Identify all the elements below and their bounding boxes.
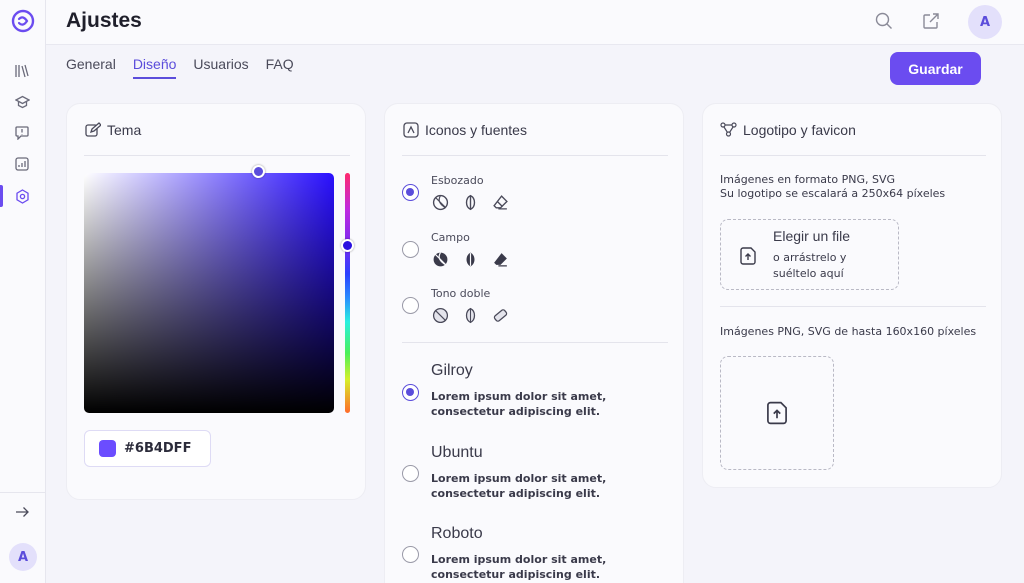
font-desc-gilroy: Lorem ipsum dolor sit amet, consectetur …: [431, 390, 607, 418]
graduation-cap-icon[interactable]: [13, 93, 31, 111]
logo-card: Logotipo y favicon Imágenes en formato P…: [702, 103, 1002, 488]
divider: [720, 306, 986, 307]
save-button[interactable]: Guardar: [890, 52, 981, 85]
radio-font-gilroy[interactable]: [402, 384, 419, 401]
icons-fonts-card: Iconos y fuentes Esbozado Campo Tono dob…: [384, 103, 684, 583]
eraser-filled-icon: [494, 253, 507, 267]
duotone-icon-set: [432, 307, 509, 324]
font-desc-ubuntu: Lorem ipsum dolor sit amet, consectetur …: [431, 472, 607, 500]
arrow-right-icon[interactable]: [13, 503, 31, 521]
logo-info-line-1: Imágenes en formato PNG, SVG: [720, 173, 895, 186]
leaf-icon: [465, 194, 476, 211]
radio-tono-doble[interactable]: [402, 297, 419, 314]
leaf-filled-icon: [466, 252, 475, 267]
dropzone-title: Elegir un file: [773, 228, 851, 244]
radio-font-ubuntu[interactable]: [402, 465, 419, 482]
theme-card: Tema #6B4DFF: [66, 103, 366, 500]
option-label-campo: Campo: [431, 231, 470, 244]
feedback-icon[interactable]: [13, 124, 31, 142]
upload-icon: [764, 400, 790, 430]
basketball-icon: [432, 194, 449, 211]
font-name-gilroy: Gilroy: [431, 362, 473, 379]
divider: [84, 155, 350, 156]
dropzone-sub-line-1: o arrástrelo y: [773, 251, 847, 264]
font-name-ubuntu: Ubuntu: [431, 444, 483, 461]
hex-value: #6B4DFF: [124, 441, 192, 456]
tab-general[interactable]: General: [66, 56, 116, 79]
sidebar: A: [0, 0, 46, 583]
basketball-duotone-icon: [432, 307, 449, 324]
filled-icon-set: [432, 251, 509, 268]
eraser-duotone-icon: [493, 309, 508, 322]
outlined-icon-set: [432, 194, 509, 211]
app-logo-icon[interactable]: [11, 9, 35, 33]
tabs: General Diseño Usuarios FAQ: [66, 56, 294, 79]
hex-color-field[interactable]: #6B4DFF: [84, 430, 211, 467]
radio-font-roboto[interactable]: [402, 546, 419, 563]
analytics-icon[interactable]: [13, 155, 31, 173]
edit-icon: [84, 121, 101, 138]
option-label-tono-doble: Tono doble: [431, 287, 491, 300]
tab-faq[interactable]: FAQ: [266, 56, 294, 79]
divider: [402, 342, 668, 343]
user-avatar[interactable]: A: [968, 5, 1002, 39]
dropzone-sub-line-2: suéltelo aquí: [773, 267, 844, 280]
divider: [720, 155, 986, 156]
divider: [402, 155, 668, 156]
radio-esbozado[interactable]: [402, 184, 419, 201]
eraser-icon: [493, 195, 508, 210]
favicon-info: Imágenes PNG, SVG de hasta 160x160 píxel…: [720, 325, 977, 338]
theme-title: Tema: [107, 122, 142, 138]
settings-icon[interactable]: [13, 187, 31, 205]
header: Ajustes A: [46, 0, 1024, 45]
search-icon[interactable]: [874, 11, 894, 31]
tab-usuarios[interactable]: Usuarios: [193, 56, 248, 79]
font-desc-roboto: Lorem ipsum dolor sit amet, consectetur …: [431, 553, 607, 581]
vector-nodes-icon: [720, 121, 737, 138]
option-label-esbozado: Esbozado: [431, 174, 484, 187]
font-icon: [402, 121, 419, 138]
color-swatch: [99, 440, 116, 457]
color-saturation-area[interactable]: [84, 173, 334, 413]
logo-title: Logotipo y favicon: [743, 122, 856, 138]
upload-icon: [738, 246, 758, 270]
font-name-roboto: Roboto: [431, 525, 483, 542]
sidebar-avatar[interactable]: A: [9, 543, 37, 571]
active-indicator: [0, 185, 3, 207]
sidebar-divider: [0, 492, 46, 493]
basketball-filled-icon: [433, 252, 448, 267]
leaf-duotone-icon: [465, 307, 476, 324]
favicon-upload-dropzone[interactable]: [720, 356, 834, 470]
icons-fonts-title: Iconos y fuentes: [425, 122, 527, 138]
logo-info-line-2: Su logotipo se escalará a 250x64 píxeles: [720, 187, 946, 200]
hue-slider[interactable]: [345, 173, 350, 413]
color-picker-handle[interactable]: [252, 165, 265, 178]
tab-diseno[interactable]: Diseño: [132, 56, 177, 79]
radio-campo[interactable]: [402, 241, 419, 258]
logo-upload-dropzone[interactable]: Elegir un file o arrástrelo y suéltelo a…: [720, 219, 899, 290]
external-link-icon[interactable]: [921, 11, 941, 31]
page-title: Ajustes: [66, 9, 142, 32]
hue-slider-handle[interactable]: [341, 239, 354, 252]
library-icon[interactable]: [13, 62, 31, 80]
